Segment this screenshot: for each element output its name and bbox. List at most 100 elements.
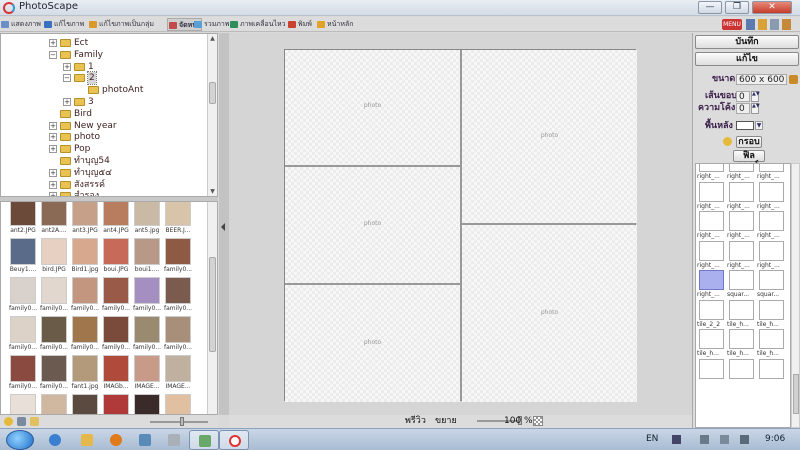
minimize-button[interactable]: — — [698, 1, 722, 14]
close-button[interactable]: ✕ — [752, 1, 792, 14]
layout-template[interactable]: right_... — [757, 181, 786, 211]
menu-button[interactable]: MENU — [722, 19, 742, 30]
expand-icon[interactable]: + — [49, 145, 57, 154]
save-button[interactable]: บันทึก — [695, 35, 799, 49]
edit-button[interactable]: แก้ไข — [695, 52, 799, 66]
taskbar-ie[interactable] — [40, 430, 70, 450]
expand-icon[interactable]: + — [49, 39, 57, 47]
photo-slot[interactable]: photo — [285, 285, 460, 402]
taskbar-explorer[interactable] — [72, 430, 102, 450]
expand-icon[interactable]: + — [49, 133, 57, 142]
refresh-icon[interactable] — [17, 417, 26, 426]
layout-template[interactable]: right_... — [697, 164, 726, 181]
volume-icon[interactable] — [740, 435, 749, 444]
photo-thumbnail[interactable]: family0... — [7, 316, 39, 354]
radius-spinner[interactable]: ▲▼ — [751, 103, 760, 114]
layout-template[interactable]: tile_h... — [697, 329, 726, 358]
tree-item[interactable]: + สังสรรค์ — [1, 179, 206, 191]
start-button[interactable] — [6, 430, 34, 450]
photo-thumbnail[interactable]: IMAGE... — [131, 355, 163, 393]
layout-template[interactable]: right_... — [757, 164, 786, 181]
layout-template[interactable]: right_... — [697, 181, 726, 211]
taskbar-media-player[interactable] — [101, 430, 131, 450]
tab-0[interactable]: แสดงภาพ — [0, 18, 41, 31]
layout-template[interactable]: right_... — [727, 164, 756, 181]
photo-slot[interactable]: photo — [462, 50, 637, 223]
show-hidden-icons-icon[interactable] — [700, 435, 709, 444]
photo-thumbnail[interactable]: IMAGE... — [69, 394, 101, 414]
photo-thumbnail[interactable]: family0... — [100, 316, 132, 354]
scroll-thumb[interactable] — [209, 82, 216, 104]
star-icon[interactable] — [4, 417, 13, 426]
photo-thumbnail[interactable]: Beuy1.... — [7, 238, 39, 276]
folder-icon[interactable] — [758, 19, 767, 30]
photo-thumbnail[interactable]: family0... — [162, 316, 194, 354]
border-input[interactable]: 0 — [736, 91, 750, 102]
tree-item[interactable]: Bird — [1, 108, 206, 120]
thumbnail-size-slider[interactable] — [150, 417, 208, 426]
photo-thumbnail[interactable]: IMAGb... — [100, 355, 132, 393]
radius-input[interactable]: 0 — [736, 103, 750, 114]
photo-thumbnail[interactable]: IMAGE... — [162, 355, 194, 393]
photo-thumbnail[interactable]: family0... — [100, 277, 132, 315]
tree-item[interactable]: + ทำบุญ๕๔ — [1, 167, 206, 179]
expand-icon[interactable]: + — [49, 121, 57, 130]
filter-button[interactable]: ฟิลเตอร์ — [733, 150, 765, 171]
photo-thumbnail[interactable]: family0... — [131, 316, 163, 354]
photo-thumbnail[interactable]: family0... — [131, 277, 163, 315]
background-dropdown-arrow-icon[interactable]: ▼ — [755, 121, 763, 130]
photo-thumbnail[interactable]: ant2A.... — [38, 202, 70, 237]
layout-template[interactable] — [698, 358, 726, 388]
taskbar-photoscape[interactable] — [219, 430, 249, 450]
tab-2[interactable]: แก้ไขภาพเป็นกลุ่ม — [88, 18, 154, 31]
scroll-down-arrow-icon[interactable]: ▼ — [208, 187, 217, 196]
frame-button[interactable]: กรอบ — [736, 136, 762, 148]
layout-template[interactable]: tile_h... — [727, 299, 756, 329]
layout-template[interactable]: tile_h... — [757, 329, 786, 358]
photo-thumbnail[interactable]: family0... — [69, 277, 101, 315]
layout-template[interactable]: tile_h... — [727, 329, 756, 358]
tree-item[interactable]: + สำรอง — [1, 190, 206, 196]
taskbar-app[interactable] — [159, 430, 189, 450]
layout-template[interactable]: right_... — [697, 211, 726, 240]
photo-thumbnail[interactable]: IMAGE... — [131, 394, 163, 414]
photo-thumbnail[interactable]: BEER.J... — [162, 202, 194, 237]
photo-thumbnail[interactable]: ant2.JPG — [7, 202, 39, 237]
vertical-splitter[interactable] — [219, 33, 229, 415]
language-indicator[interactable]: EN — [646, 434, 658, 444]
tab-7[interactable]: หน้าหลัก — [316, 18, 353, 31]
layout-template[interactable]: right_... — [727, 181, 756, 211]
thumbnail-scrollbar[interactable] — [207, 202, 217, 414]
tab-1[interactable]: แก้ไขภาพ — [43, 18, 84, 31]
photo-thumbnail[interactable]: bird.JPG — [38, 238, 70, 276]
photo-thumbnail[interactable]: family0... — [38, 355, 70, 393]
layout-template[interactable]: right_... — [727, 240, 756, 270]
tree-item[interactable]: − Family — [1, 49, 206, 61]
photo-thumbnail[interactable]: family0... — [7, 355, 39, 393]
window-icon[interactable] — [770, 19, 779, 30]
tree-item[interactable]: +3 — [1, 96, 206, 108]
folder-icon[interactable] — [30, 417, 39, 426]
photo-thumbnail[interactable]: IMAGE... — [162, 394, 194, 414]
layout-template[interactable]: tile_h... — [757, 299, 786, 329]
photo-thumbnail[interactable]: family0... — [162, 277, 194, 315]
photo-thumbnail[interactable]: boui1.... — [131, 238, 163, 276]
layout-template[interactable]: squar... — [727, 270, 756, 299]
expand-icon[interactable]: + — [63, 98, 71, 106]
expand-icon[interactable]: + — [49, 180, 57, 189]
network-icon[interactable] — [720, 435, 729, 444]
collapse-arrow-icon[interactable] — [221, 223, 225, 231]
layout-template[interactable]: right_... — [757, 240, 786, 270]
layout-template[interactable]: tile_2_2 — [697, 299, 726, 329]
expand-icon[interactable]: + — [49, 168, 57, 177]
template-scrollbar[interactable] — [791, 163, 800, 428]
photo-thumbnail[interactable]: family0... — [38, 316, 70, 354]
maximize-button[interactable]: ❐ — [725, 1, 749, 14]
collapse-icon[interactable]: − — [63, 74, 71, 83]
taskbar-app[interactable] — [189, 430, 219, 450]
clock[interactable]: 9:06 — [765, 434, 785, 444]
size-settings-icon[interactable] — [789, 75, 798, 84]
tree-item[interactable]: + Ect — [1, 37, 206, 49]
home-icon[interactable] — [782, 19, 791, 30]
tree-item[interactable]: ทำบุญ54 — [1, 155, 206, 167]
